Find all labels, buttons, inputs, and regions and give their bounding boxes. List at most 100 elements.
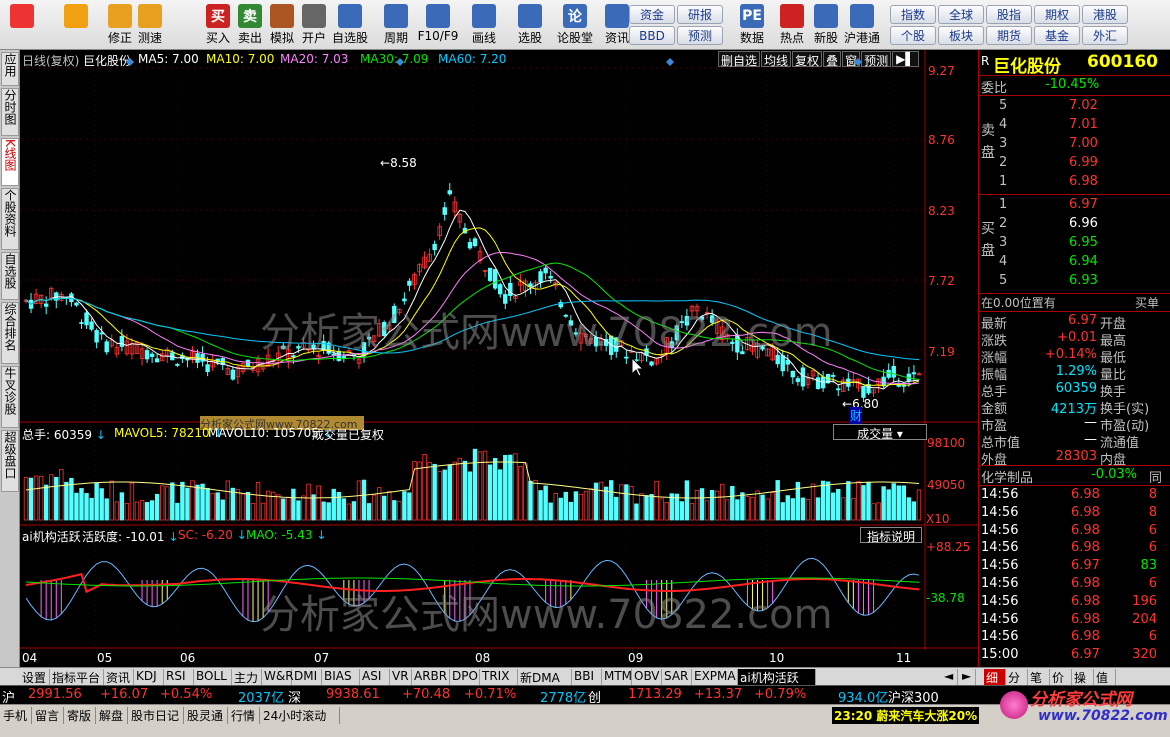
tab-scroll-right-icon[interactable]: ►	[960, 669, 976, 685]
bid-row[interactable]: 3 6.95	[979, 235, 1170, 252]
toolbar-button-ipo[interactable]: 新股	[806, 2, 846, 48]
indicator-tab-6[interactable]: 主力	[232, 669, 262, 685]
indicator-tab-21[interactable]: ai机构活跃	[738, 669, 816, 685]
industry-name[interactable]: 化学制品	[981, 467, 1033, 486]
volume-indicator-dropdown[interactable]: 成交量 ▾	[833, 424, 927, 441]
market-pill-6[interactable]: 个股	[890, 26, 936, 45]
toolbar-button-speed[interactable]: 测速	[130, 2, 170, 48]
status-tab-4[interactable]: 股市日记	[128, 707, 184, 724]
status-tab-0[interactable]: 手机	[0, 707, 32, 724]
indicator-tab-16[interactable]: BBI	[572, 669, 602, 685]
ask-row[interactable]: 4 7.01	[979, 117, 1170, 134]
quote-mini-tab-1[interactable]: 分	[1006, 669, 1028, 685]
left-tab-6[interactable]: 牛叉诊股	[1, 366, 19, 428]
market-pill-4[interactable]: 港股	[1082, 5, 1128, 24]
financial-report-marker[interactable]: 财	[850, 407, 863, 424]
candle-body	[815, 377, 821, 389]
status-tab-3[interactable]: 解盘	[96, 707, 128, 724]
indicator-tab-8[interactable]: DMI	[292, 669, 322, 685]
chart-canvas[interactable]	[20, 50, 978, 667]
candle-body	[830, 375, 836, 377]
quote-stat-value: +0.14%	[1044, 347, 1097, 362]
quote-mini-tab-0[interactable]: 细	[984, 669, 1006, 685]
toolbar-pill-1[interactable]: 研报	[677, 5, 723, 24]
left-tab-3[interactable]: 个股资料	[1, 188, 19, 250]
toolbar-button-lock[interactable]: 开户	[294, 2, 334, 48]
left-tab-7[interactable]: 超级盘口	[1, 430, 19, 492]
toolbar-button-select[interactable]: 选股	[510, 2, 550, 48]
tick-row: 15:00 6.97 320	[981, 647, 1157, 663]
market-pill-10[interactable]: 外汇	[1082, 26, 1128, 45]
toolbar-button-star[interactable]: 自选股	[330, 2, 370, 48]
indicator-tab-19[interactable]: SAR	[662, 669, 692, 685]
market-pill-2[interactable]: 股指	[986, 5, 1032, 24]
indicator-tab-11[interactable]: VR	[390, 669, 412, 685]
indicator-tab-10[interactable]: ASI	[360, 669, 390, 685]
indicator-tab-4[interactable]: RSI	[164, 669, 194, 685]
market-pill-0[interactable]: 指数	[890, 5, 936, 24]
volume-bar	[725, 499, 730, 521]
toolbar-button-pe[interactable]: PE 数据	[732, 2, 772, 48]
indicator-help-button[interactable]: 指标说明	[860, 527, 922, 544]
toolbar-pill-3[interactable]: 预测	[677, 26, 723, 45]
status-tab-1[interactable]: 留言	[32, 707, 64, 724]
left-tab-2[interactable]: K线图	[1, 138, 19, 186]
toolbar-pill-0[interactable]: 资金	[629, 5, 675, 24]
toolbar-button-back-arrow[interactable]	[56, 2, 96, 48]
tab-scroll-left-icon[interactable]: ◄	[942, 669, 958, 685]
status-tab-5[interactable]: 股灵通	[184, 707, 228, 724]
indicator-tab-1[interactable]: 指标平台	[50, 669, 104, 685]
toolbar-button-f10[interactable]: F10/F9	[418, 2, 458, 48]
ask-row[interactable]: 3 7.00	[979, 136, 1170, 153]
indicator-tab-3[interactable]: KDJ	[134, 669, 164, 685]
bid-row[interactable]: 2 6.96	[979, 216, 1170, 233]
toolbar-button-clock[interactable]: 周期	[376, 2, 416, 48]
market-pill-8[interactable]: 期货	[986, 26, 1032, 45]
volume-bar	[598, 481, 604, 521]
toolbar-button-pen[interactable]: 画线	[464, 2, 504, 48]
toolbar-button-grid[interactable]	[2, 2, 42, 48]
market-pill-1[interactable]: 全球	[938, 5, 984, 24]
status-tab-6[interactable]: 行情	[228, 707, 260, 724]
status-tab-2[interactable]: 寄版	[64, 707, 96, 724]
ask-row[interactable]: 2 6.99	[979, 155, 1170, 172]
market-pill-7[interactable]: 板块	[938, 26, 984, 45]
indicator-tab-2[interactable]: 资讯	[104, 669, 134, 685]
volume-note: 成交量已复权	[312, 428, 385, 442]
kline-chart-area[interactable]: 日线(复权) 巨化股份 MA5: 7.00 MA10: 7.00 MA20: 7…	[20, 50, 978, 667]
toolbar-button-forum[interactable]: 论论股堂	[555, 2, 595, 48]
quote-mini-tab-3[interactable]: 价	[1050, 669, 1072, 685]
toolbar-pill-2[interactable]: BBD	[629, 26, 675, 45]
left-tab-1[interactable]: 分时图	[1, 88, 19, 136]
quote-mini-tab-5[interactable]: 值	[1094, 669, 1116, 685]
indicator-tab-17[interactable]: MTM	[602, 669, 632, 685]
quote-mini-tab-2[interactable]: 笔	[1028, 669, 1050, 685]
indicator-tab-15[interactable]: 新DMA	[518, 669, 572, 685]
market-pill-9[interactable]: 基金	[1034, 26, 1080, 45]
left-tab-0[interactable]: 应用	[1, 52, 19, 86]
status-tab-7[interactable]: 24小时滚动	[260, 707, 340, 724]
toolbar-button-hk[interactable]: 沪港通	[842, 2, 882, 48]
indicator-tab-9[interactable]: BIAS	[322, 669, 360, 685]
market-pill-3[interactable]: 期权	[1034, 5, 1080, 24]
indicator-tab-18[interactable]: OBV	[632, 669, 662, 685]
bid-row[interactable]: 5 6.93	[979, 273, 1170, 290]
industry-row[interactable]: 化学制品 -0.03% 同	[979, 467, 1170, 486]
candle-body	[896, 384, 901, 387]
indicator-tab-5[interactable]: BOLL	[194, 669, 232, 685]
bid-row[interactable]: 1 6.97	[979, 197, 1170, 214]
candle-body	[144, 350, 150, 360]
status-news-ticker[interactable]: 蔚来汽车大涨20%	[876, 709, 977, 723]
ask-row[interactable]: 5 7.02	[979, 98, 1170, 115]
quote-mini-tab-4[interactable]: 操	[1072, 669, 1094, 685]
indicator-tab-20[interactable]: EXPMA	[692, 669, 738, 685]
ask-row[interactable]: 1 6.98	[979, 174, 1170, 191]
indicator-tab-7[interactable]: W&R	[262, 669, 294, 685]
indicator-tab-12[interactable]: ARBR	[412, 669, 450, 685]
bid-row[interactable]: 4 6.94	[979, 254, 1170, 271]
left-tab-5[interactable]: 综合排名	[1, 302, 19, 364]
indicator-tab-0[interactable]: 设置	[20, 669, 50, 685]
indicator-tab-14[interactable]: TRIX	[480, 669, 518, 685]
indicator-tab-13[interactable]: DPO	[450, 669, 480, 685]
left-tab-4[interactable]: 自选股	[1, 252, 19, 300]
